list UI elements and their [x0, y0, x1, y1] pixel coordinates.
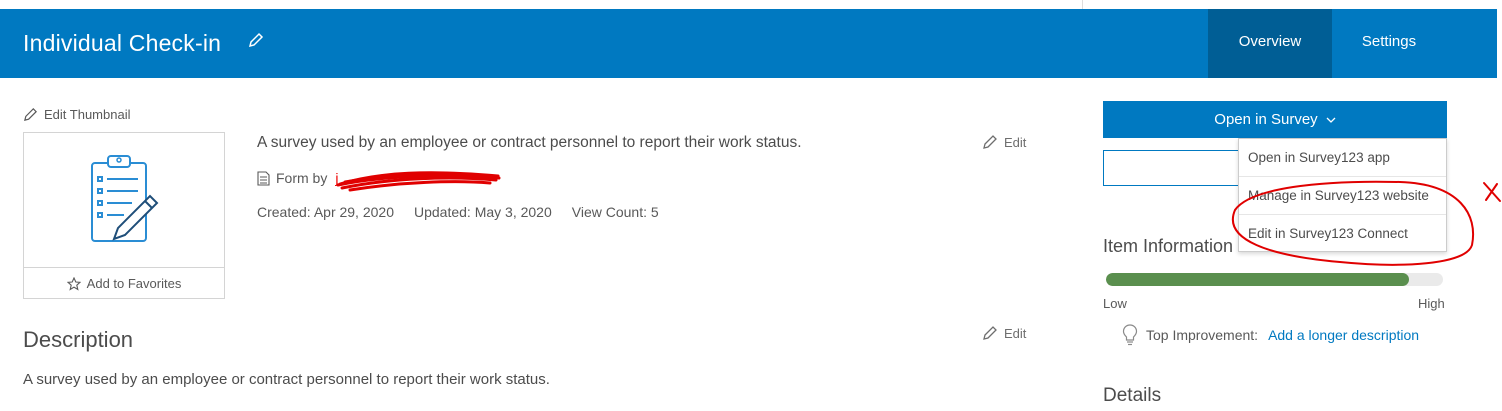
pencil-icon	[24, 108, 37, 121]
edit-thumbnail-label: Edit Thumbnail	[44, 107, 131, 122]
favorites-label: Add to Favorites	[86, 276, 182, 291]
edit-label: Edit	[1004, 325, 1027, 341]
item-information-heading: Item Information	[1103, 236, 1234, 256]
edit-thumbnail-button[interactable]: Edit Thumbnail	[23, 107, 130, 122]
page-title: Individual Check-in	[23, 30, 222, 56]
form-by-label: Form by	[276, 170, 328, 186]
add-longer-description-link[interactable]: Add a longer description	[1268, 327, 1419, 343]
document-icon	[257, 170, 270, 186]
star-icon	[66, 276, 81, 291]
lightbulb-icon	[1122, 324, 1138, 346]
annotation-x-mark	[1483, 182, 1501, 202]
page-header: Individual Check-in Overview Settings	[0, 9, 1502, 78]
description-text: A survey used by an employee or contract…	[23, 371, 550, 388]
edit-summary-button[interactable]: Edit	[982, 134, 1026, 150]
add-to-favorites-button[interactable]: Add to Favorites	[24, 267, 224, 299]
item-summary: A survey used by an employee or contract…	[257, 134, 802, 151]
edit-label: Edit	[1004, 134, 1027, 150]
description-heading: Description	[23, 327, 134, 352]
menu-item-manage-in-website[interactable]: Manage in Survey123 website	[1239, 177, 1446, 215]
low-label: Low	[1103, 296, 1127, 311]
menu-item-edit-in-connect[interactable]: Edit in Survey123 Connect	[1239, 215, 1446, 253]
item-type-owner: Form by j	[257, 170, 338, 186]
progress-fill	[1106, 273, 1410, 286]
pencil-icon	[983, 135, 997, 149]
top-improvement: Top Improvement: Add a longer descriptio…	[1122, 324, 1419, 346]
menu-item-open-in-app[interactable]: Open in Survey123 app	[1239, 139, 1446, 177]
view-count: View Count: 5	[571, 204, 659, 220]
divider	[1082, 0, 1083, 9]
chevron-down-icon	[1326, 117, 1336, 123]
edit-description-button[interactable]: Edit	[982, 325, 1026, 341]
open-in-survey-button[interactable]: Open in Survey	[1103, 101, 1447, 138]
open-in-survey-menu: Open in Survey123 app Manage in Survey12…	[1238, 138, 1447, 252]
header-edge	[1497, 9, 1502, 78]
item-info-progress	[1106, 273, 1443, 286]
item-metadata: Created: Apr 29, 2020 Updated: May 3, 20…	[257, 204, 659, 220]
tab-overview[interactable]: Overview	[1208, 9, 1332, 78]
owner-link[interactable]: j	[335, 170, 338, 186]
thumbnail: Add to Favorites	[23, 132, 225, 299]
pencil-icon[interactable]	[247, 31, 265, 49]
created-date: Created: Apr 29, 2020	[257, 204, 394, 220]
clipboard-pencil-icon	[91, 155, 159, 242]
tab-settings[interactable]: Settings	[1332, 9, 1446, 78]
high-label: High	[1418, 296, 1445, 311]
details-heading: Details	[1103, 385, 1162, 406]
pencil-icon	[983, 326, 997, 340]
top-improvement-label: Top Improvement:	[1146, 327, 1259, 343]
redaction-scribble	[336, 171, 501, 192]
top-strip	[0, 0, 1502, 9]
updated-date: Updated: May 3, 2020	[414, 204, 552, 220]
open-in-survey-label: Open in Survey	[1214, 111, 1318, 128]
